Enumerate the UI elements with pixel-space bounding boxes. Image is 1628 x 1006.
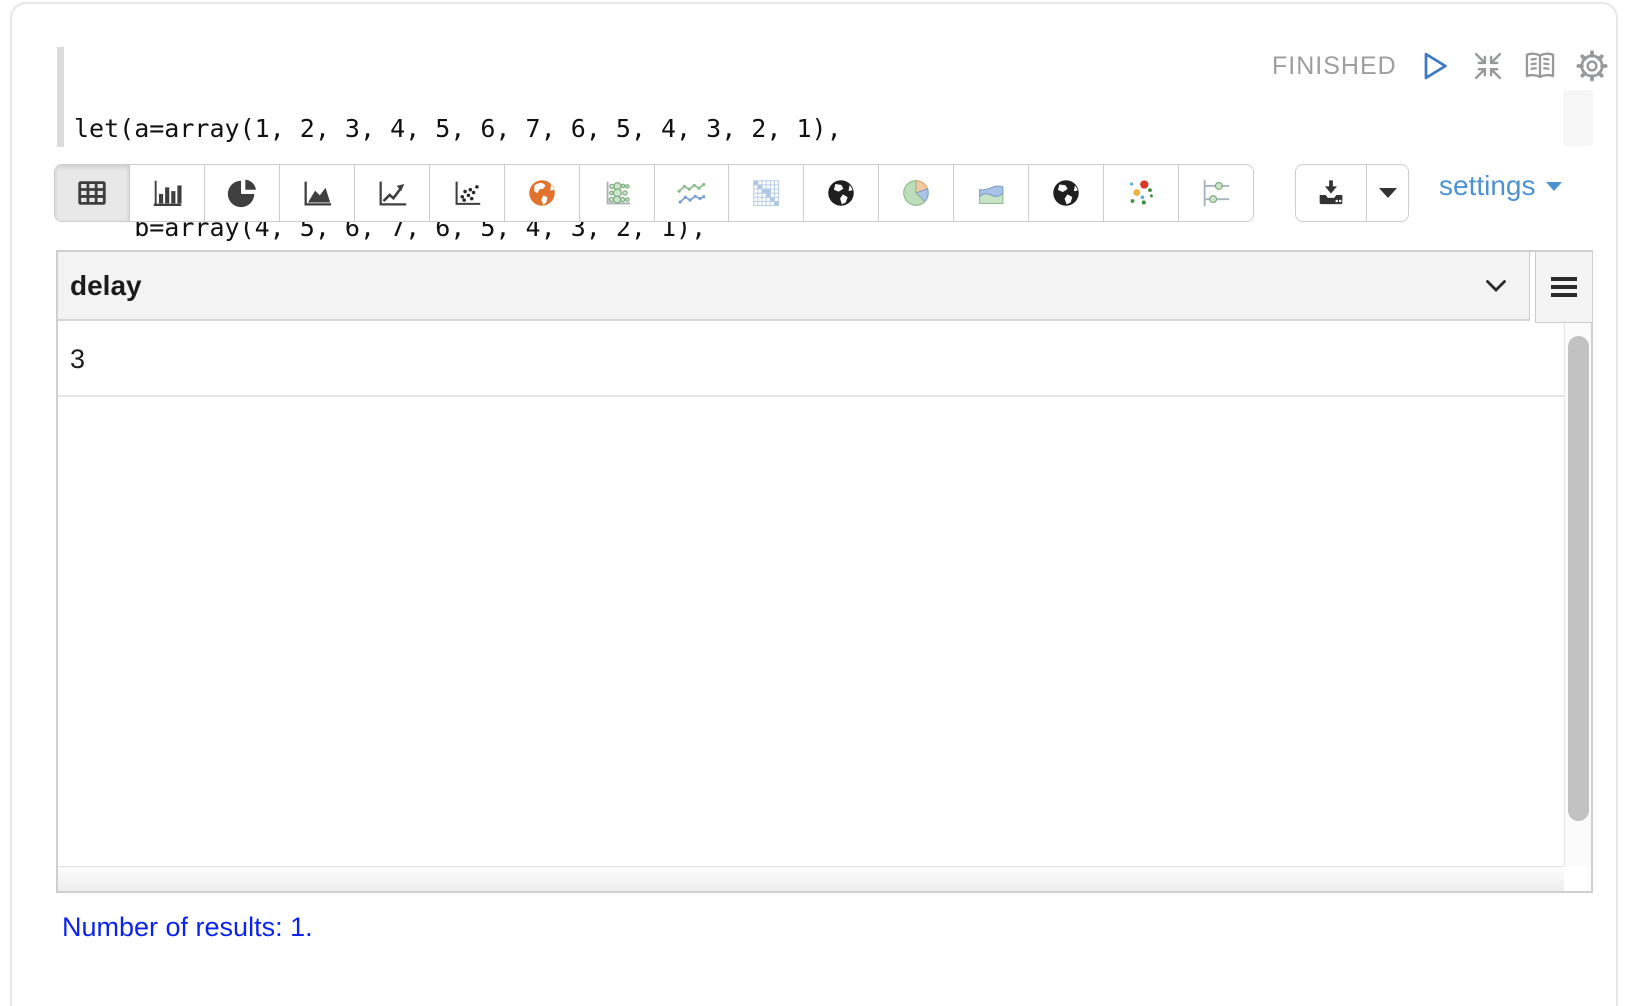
scatter-chart-icon bbox=[449, 176, 485, 210]
scatter-color-icon bbox=[1123, 176, 1159, 210]
matrix-chart-button[interactable] bbox=[728, 165, 803, 221]
globe-dark-2-icon bbox=[1048, 176, 1084, 210]
bubble-chart-icon bbox=[599, 176, 635, 210]
pie-chart-button[interactable] bbox=[204, 165, 279, 221]
download-button[interactable] bbox=[1296, 165, 1367, 221]
results-count-text: Number of results: 1. bbox=[62, 912, 313, 943]
table-cell-delay: 3 bbox=[70, 344, 85, 375]
line-chart-icon bbox=[374, 176, 410, 210]
table-horizontal-scrollbar[interactable] bbox=[58, 866, 1564, 891]
scatter-color-chart-button[interactable] bbox=[1103, 165, 1178, 221]
settings-toggle[interactable]: settings bbox=[1439, 170, 1562, 202]
show-editor-button[interactable] bbox=[1521, 47, 1559, 85]
pie-chart-icon bbox=[224, 176, 260, 210]
editor-gutter bbox=[57, 47, 64, 147]
area-chart-button[interactable] bbox=[279, 165, 354, 221]
globe-chart-button[interactable] bbox=[803, 165, 878, 221]
download-group bbox=[1295, 164, 1409, 222]
paragraph-controls: FINISHED bbox=[1272, 44, 1611, 88]
column-header-label: delay bbox=[70, 270, 142, 302]
paragraph-card: let(a=array(1, 2, 3, 4, 5, 6, 7, 6, 5, 4… bbox=[10, 2, 1618, 1006]
visualization-toolbar: settings bbox=[12, 164, 1628, 222]
stacked-area-chart-button[interactable] bbox=[953, 165, 1028, 221]
result-table: delay 3 bbox=[56, 250, 1593, 893]
map-globe-orange-icon bbox=[524, 176, 560, 210]
multi-line-chart-icon bbox=[673, 176, 709, 210]
area-chart-icon bbox=[299, 176, 335, 210]
hamburger-menu-icon bbox=[1550, 276, 1578, 298]
table-view-button[interactable] bbox=[55, 165, 129, 221]
matrix-chart-icon bbox=[748, 176, 784, 210]
scatter-chart-button[interactable] bbox=[429, 165, 504, 221]
chevron-down-icon bbox=[1485, 279, 1507, 293]
bar-chart-icon bbox=[149, 176, 185, 210]
collapse-output-icon bbox=[1473, 51, 1503, 81]
settings-caret-icon bbox=[1546, 182, 1562, 191]
code-line-1: let(a=array(1, 2, 3, 4, 5, 6, 7, 6, 5, 4… bbox=[74, 112, 842, 145]
parallel-coordinates-icon bbox=[1198, 176, 1234, 210]
run-icon bbox=[1422, 51, 1450, 81]
caret-down-icon bbox=[1379, 188, 1397, 198]
paragraph-settings-button[interactable] bbox=[1573, 47, 1611, 85]
stacked-area-chart-icon bbox=[973, 176, 1009, 210]
map-chart-button[interactable] bbox=[504, 165, 579, 221]
table-icon bbox=[74, 176, 110, 210]
gear-icon bbox=[1576, 50, 1608, 82]
bubble-chart-button[interactable] bbox=[579, 165, 654, 221]
table-menu-button[interactable] bbox=[1535, 252, 1592, 323]
editor-scrollbar[interactable] bbox=[1563, 90, 1593, 146]
book-icon bbox=[1524, 51, 1556, 81]
multi-line-chart-button[interactable] bbox=[654, 165, 729, 221]
settings-label: settings bbox=[1439, 170, 1536, 202]
vertical-scrollbar-thumb[interactable] bbox=[1568, 336, 1589, 821]
display-type-group bbox=[54, 164, 1254, 222]
pie-chart-color-icon bbox=[898, 176, 934, 210]
zeppelin-paragraph-page: let(a=array(1, 2, 3, 4, 5, 6, 7, 6, 5, 4… bbox=[0, 0, 1628, 1006]
pie-color-chart-button[interactable] bbox=[878, 165, 953, 221]
run-button[interactable] bbox=[1417, 47, 1455, 85]
line-chart-button[interactable] bbox=[354, 165, 429, 221]
parallel-coordinates-button[interactable] bbox=[1178, 165, 1253, 221]
globe-chart-2-button[interactable] bbox=[1028, 165, 1103, 221]
column-header-delay[interactable]: delay bbox=[58, 252, 1530, 321]
table-row[interactable]: 3 bbox=[58, 323, 1564, 397]
table-vertical-scrollbar[interactable] bbox=[1564, 323, 1591, 866]
download-icon bbox=[1314, 177, 1348, 209]
globe-dark-icon bbox=[823, 176, 859, 210]
collapse-output-button[interactable] bbox=[1469, 47, 1507, 85]
status-badge: FINISHED bbox=[1272, 52, 1397, 81]
bar-chart-button[interactable] bbox=[129, 165, 204, 221]
column-sort-chevron[interactable] bbox=[1485, 279, 1507, 298]
download-options-button[interactable] bbox=[1367, 165, 1408, 221]
